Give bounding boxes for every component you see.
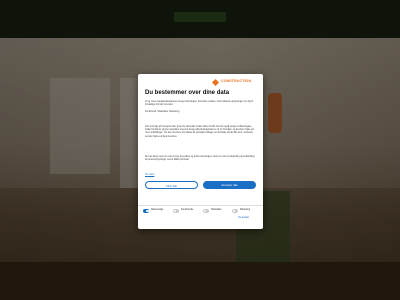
intro-sentence: Vi og vores samarbejdspartnere bruger te… bbox=[145, 101, 253, 107]
deny-all-button[interactable]: Afvis alle bbox=[145, 181, 198, 189]
brand-logo: CONSTRUCTION bbox=[211, 78, 259, 89]
purposes-list: Funktionelt, Statistiske, Marketing bbox=[145, 110, 180, 113]
consent-more-text: Du kan læse mere om vores brug af cookie… bbox=[145, 156, 255, 162]
cookie-consent-dialog: CONSTRUCTION Du bestemmer over dine data… bbox=[138, 74, 263, 229]
toggle-knob bbox=[173, 209, 176, 212]
toggle-label: Marketing bbox=[240, 208, 251, 211]
logo-icon bbox=[211, 78, 220, 87]
dialog-title: Du bestemmer over dine data bbox=[145, 90, 230, 96]
show-details-link[interactable]: Vis detaljer bbox=[238, 217, 249, 219]
toggle-knob bbox=[146, 209, 149, 212]
logo-name: CONSTRUCTION bbox=[221, 79, 252, 83]
toggle-switch[interactable] bbox=[203, 209, 209, 213]
toggle-label: Nødvendige bbox=[151, 208, 164, 211]
toggle-knob bbox=[203, 209, 206, 212]
dialog-divider bbox=[138, 205, 263, 206]
toggle-knob bbox=[232, 209, 235, 212]
consent-detail-text: Ved at trykke på 'Accepter alle' giver d… bbox=[145, 126, 254, 138]
toggle-label: Statistiske bbox=[211, 208, 222, 211]
toggle-label: Funktionelle bbox=[181, 208, 194, 211]
consent-intro-text: Vi og vores samarbejdspartnere bruger te… bbox=[145, 101, 256, 114]
consent-category-toggles: Nødvendige Funktionelle Statistiske Mark… bbox=[143, 208, 261, 214]
accept-all-button[interactable]: Accepter alle bbox=[203, 181, 256, 189]
read-more-link[interactable]: Vis mere bbox=[145, 173, 154, 176]
toggle-switch[interactable] bbox=[143, 209, 149, 213]
toggle-switch[interactable] bbox=[173, 209, 179, 213]
toggle-switch[interactable] bbox=[232, 209, 238, 213]
